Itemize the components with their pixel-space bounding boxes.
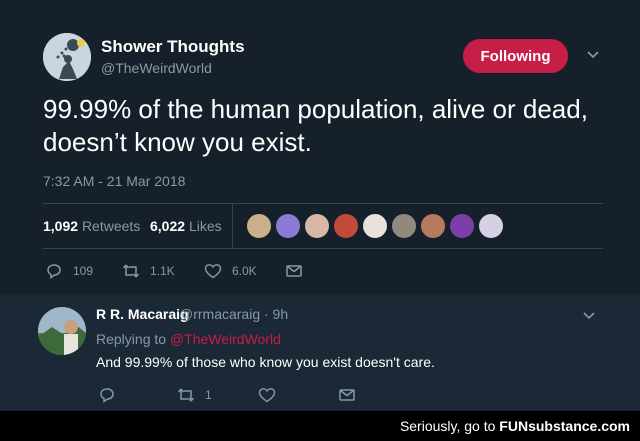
retweet-icon: [122, 264, 140, 278]
watermark-text: Seriously, go to FUNsubstance.com: [400, 418, 630, 434]
author-avatar[interactable]: [43, 33, 91, 81]
liker-avatar[interactable]: [449, 213, 475, 239]
liker-avatar[interactable]: [333, 213, 359, 239]
likes-count: 6,022: [150, 218, 186, 234]
retweets-count: 1,092: [43, 218, 79, 234]
reply-action[interactable]: 109: [45, 262, 93, 280]
liker-avatar[interactable]: [304, 213, 330, 239]
retweets-stat[interactable]: 1,092 Retweets: [43, 218, 140, 234]
tweet-timestamp[interactable]: 7:32 AM - 21 Mar 2018: [43, 173, 185, 189]
liker-avatar[interactable]: [391, 213, 417, 239]
reply-text: And 99.99% of those who know you exist d…: [96, 354, 435, 370]
replying-prefix: Replying to: [96, 331, 167, 347]
retweet-count: 1.1K: [150, 264, 175, 278]
reply-author-meta[interactable]: @rrmacaraig · 9h: [179, 306, 288, 322]
reply-author-avatar[interactable]: [38, 307, 86, 355]
author-handle[interactable]: @TheWeirdWorld: [101, 60, 212, 76]
reply-actions: 1: [98, 386, 398, 404]
avatar-photo-icon: [38, 307, 86, 355]
engagement-stats: 1,092 Retweets 6,022 Likes: [43, 204, 603, 248]
reply-action[interactable]: [98, 386, 126, 404]
replying-to: Replying to @TheWeirdWorld: [96, 331, 281, 347]
likes-label: Likes: [188, 218, 222, 234]
watermark-footer: Seriously, go to FUNsubstance.com: [0, 411, 640, 441]
chevron-down-icon[interactable]: [582, 309, 596, 323]
reply-count: 109: [73, 264, 94, 278]
heart-icon: [258, 388, 276, 403]
retweets-label: Retweets: [81, 218, 141, 234]
tweet-text: 99.99% of the human population, alive or…: [43, 94, 588, 157]
message-action[interactable]: [338, 386, 366, 404]
main-tweet: Shower Thoughts @TheWeirdWorld Following…: [0, 0, 640, 293]
liker-avatar[interactable]: [420, 213, 446, 239]
tweet-actions: 109 1.1K 6.0K: [43, 262, 343, 282]
retweet-icon: [177, 388, 195, 402]
likes-stat[interactable]: 6,022 Likes: [150, 218, 222, 234]
watermark-prefix: Seriously, go to: [399, 418, 496, 434]
reply-retweet-count: 1: [205, 388, 212, 402]
reply-tweet[interactable]: R R. Macaraig @rrmacaraig · 9h Replying …: [0, 294, 640, 410]
following-button[interactable]: Following: [463, 39, 568, 73]
heart-icon: [204, 264, 222, 279]
reply-icon: [100, 388, 114, 403]
like-action[interactable]: [258, 386, 286, 404]
chevron-down-icon[interactable]: [586, 48, 600, 62]
liker-avatar[interactable]: [478, 213, 504, 239]
like-action[interactable]: 6.0K: [204, 262, 257, 280]
watermark-brand: FUNsubstance.com: [499, 418, 630, 434]
like-count: 6.0K: [232, 264, 257, 278]
retweet-action[interactable]: 1.1K: [122, 262, 175, 280]
liker-avatar[interactable]: [362, 213, 388, 239]
stats-separator: [232, 204, 233, 248]
reply-icon: [47, 264, 61, 279]
replying-handle-link[interactable]: @TheWeirdWorld: [170, 331, 281, 347]
divider: [43, 248, 603, 249]
liker-avatar[interactable]: [275, 213, 301, 239]
liker-avatar[interactable]: [246, 213, 272, 239]
message-action[interactable]: [285, 262, 313, 280]
author-name[interactable]: Shower Thoughts: [101, 37, 245, 57]
retweet-action[interactable]: 1: [177, 386, 212, 404]
envelope-icon: [339, 389, 355, 401]
reply-author-name[interactable]: R R. Macaraig: [96, 306, 189, 322]
shower-logo-icon: [43, 33, 91, 81]
envelope-icon: [286, 265, 302, 277]
